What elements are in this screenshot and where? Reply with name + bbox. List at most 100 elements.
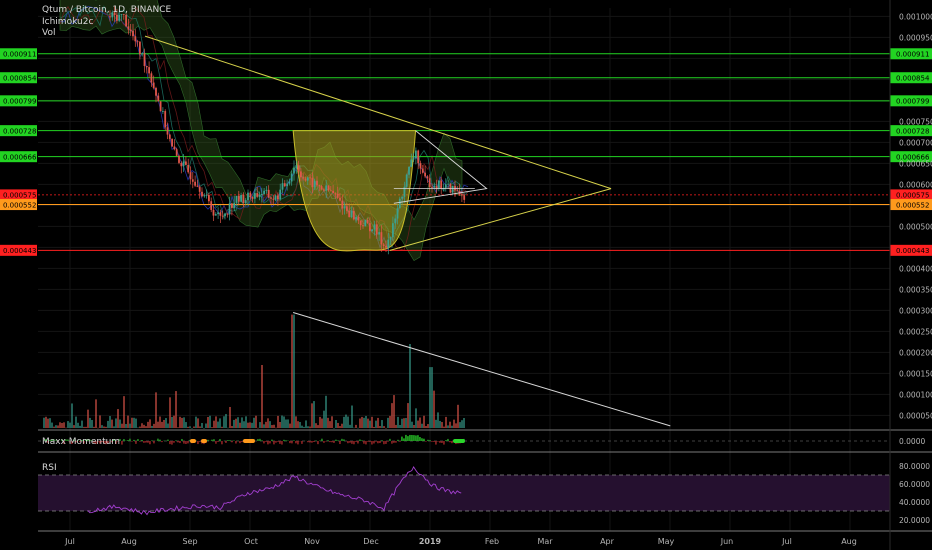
momentum-bar xyxy=(133,439,135,441)
volume-bar xyxy=(455,423,457,428)
momentum-bar xyxy=(199,441,201,442)
volume-bar xyxy=(159,416,161,428)
volume-bar xyxy=(319,416,321,428)
candle-body xyxy=(180,162,183,167)
volume-bar xyxy=(385,427,387,429)
volume-bar xyxy=(147,421,149,428)
volume-bar xyxy=(181,417,183,428)
volume-bar xyxy=(341,423,343,428)
volume-bar xyxy=(81,420,83,428)
volume-bar xyxy=(155,392,157,428)
momentum-bar xyxy=(181,438,183,441)
volume-bar xyxy=(131,417,133,428)
momentum-bar xyxy=(137,439,139,441)
price-tick-label: 0.000600 xyxy=(899,180,932,189)
momentum-bar xyxy=(423,438,425,441)
symbol-legend[interactable]: Qtum / Bitcoin, 1D, BINANCE xyxy=(42,5,171,16)
momentum-bar xyxy=(123,439,125,441)
candle-body xyxy=(152,82,155,88)
momentum-bar xyxy=(145,441,147,443)
candle-body xyxy=(378,232,380,235)
volume-bar xyxy=(343,416,345,428)
level-badge-text: 0.000728 xyxy=(896,127,929,135)
candle-body xyxy=(401,196,403,199)
volume-bar xyxy=(193,426,195,428)
volume-bar xyxy=(415,408,417,428)
candle-body xyxy=(212,209,215,216)
candle-body xyxy=(346,206,348,211)
volume-bar xyxy=(217,421,219,428)
candle-body xyxy=(175,149,178,156)
momentum-bar xyxy=(207,439,209,441)
momentum-bar xyxy=(263,441,265,444)
candle-body xyxy=(339,197,341,201)
level-badge-text: 0.000854 xyxy=(896,74,930,82)
volume-bar xyxy=(165,418,167,428)
volume-bar xyxy=(437,412,439,428)
rsi-title[interactable]: RSI xyxy=(42,463,57,473)
volume-bar xyxy=(69,422,71,428)
momentum-bar xyxy=(331,441,333,443)
candle-body xyxy=(297,165,300,172)
momentum-bar xyxy=(235,441,237,444)
momentum-bar xyxy=(309,441,311,443)
level-badge-text: 0.000552 xyxy=(3,201,36,209)
momentum-bar xyxy=(275,441,277,443)
candle-body xyxy=(231,203,233,208)
volume-bar xyxy=(323,410,325,428)
candle-body xyxy=(168,134,171,139)
momentum-bar xyxy=(259,438,261,441)
volume-bar xyxy=(47,418,49,428)
level-badge-text: 0.000443 xyxy=(3,247,36,255)
momentum-bar xyxy=(153,441,155,444)
momentum-bar xyxy=(139,441,141,442)
candle-body xyxy=(302,177,305,179)
level-badge-text: 0.000552 xyxy=(896,201,929,209)
price-tick-label: 0.000050 xyxy=(899,411,932,420)
volume-bar xyxy=(215,416,217,428)
level-badge-right: 0.000443 xyxy=(890,244,932,256)
volume-bar xyxy=(305,420,307,428)
price-tick-label: 0.001000 xyxy=(899,12,932,21)
volume-bar xyxy=(359,418,361,428)
momentum-bar xyxy=(413,435,415,441)
level-badge-text: 0.000575 xyxy=(896,192,929,200)
volume-bar xyxy=(123,396,125,428)
candle-body xyxy=(304,178,307,181)
candle-body xyxy=(208,194,210,202)
volume-bar xyxy=(331,416,333,428)
momentum-bar xyxy=(261,440,263,441)
price-tick-label: 0.000200 xyxy=(899,348,932,357)
volume-bar xyxy=(443,426,445,428)
candle-body xyxy=(373,224,376,230)
volume-bar xyxy=(185,422,187,428)
volume-bar xyxy=(277,415,279,428)
volume-bar xyxy=(115,418,117,428)
volume-bar xyxy=(203,427,205,429)
volume-bar xyxy=(161,421,163,428)
ichimoku-legend[interactable]: Ichimoku2c xyxy=(42,17,93,28)
volume-bar xyxy=(377,417,379,428)
volume-bar xyxy=(107,420,109,428)
volume-bar xyxy=(65,427,67,429)
volume-bar xyxy=(357,427,359,429)
volume-legend[interactable]: Vol xyxy=(42,28,55,39)
volume-bar xyxy=(45,416,47,428)
volume-bar xyxy=(457,404,459,428)
candle-body xyxy=(249,192,252,198)
momentum-bar xyxy=(213,439,215,441)
volume-bar xyxy=(157,421,159,428)
level-badge-right: 0.000799 xyxy=(890,95,932,107)
volume-bar xyxy=(221,426,223,428)
volume-bar xyxy=(367,418,369,428)
level-badge-right: 0.000911 xyxy=(890,48,932,60)
candle-body xyxy=(366,220,369,224)
level-badge-text: 0.000728 xyxy=(3,127,36,135)
date-tick-label: Dec xyxy=(363,537,378,546)
candle-body xyxy=(410,159,413,167)
momentum-bar xyxy=(333,441,335,443)
volume-bar xyxy=(399,425,401,428)
price-chart[interactable]: 0.000911 0.000911 0.000854 0.000854 0.000799… xyxy=(0,0,932,550)
maxx-momentum-title[interactable]: Maxx Momentum xyxy=(42,437,120,447)
volume-bar xyxy=(87,409,89,428)
